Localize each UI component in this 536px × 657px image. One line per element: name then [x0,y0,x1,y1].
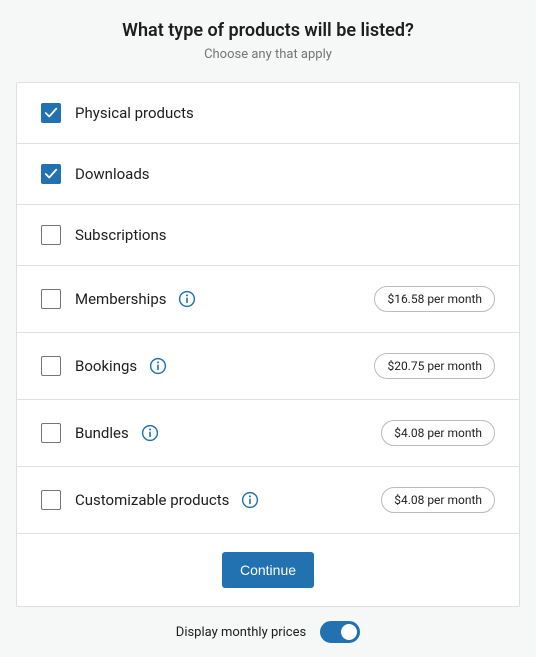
price-badge: $4.08 per month [381,420,495,446]
option-customizable-products[interactable]: Customizable products $4.08 per month [17,467,519,534]
option-bundles[interactable]: Bundles $4.08 per month [17,400,519,467]
display-prices-toggle[interactable] [320,621,360,643]
checkbox[interactable] [41,289,61,309]
option-label: Bundles [75,424,129,442]
price-badge: $16.58 per month [374,286,495,312]
checkbox[interactable] [41,490,61,510]
price-badge: $20.75 per month [374,353,495,379]
page-title: What type of products will be listed? [16,20,520,41]
checkbox[interactable] [41,356,61,376]
toggle-knob [341,624,357,640]
option-label: Customizable products [75,491,229,509]
product-types-card: Physical products Downloads Subscription… [16,82,520,607]
info-icon[interactable] [178,290,196,308]
checkbox[interactable] [41,423,61,443]
display-prices-label: Display monthly prices [176,625,306,640]
option-downloads[interactable]: Downloads [17,144,519,205]
option-label: Subscriptions [75,226,166,244]
check-icon [44,167,58,181]
check-icon [44,106,58,120]
option-label: Physical products [75,104,194,122]
checkbox[interactable] [41,164,61,184]
info-icon[interactable] [149,357,167,375]
option-memberships[interactable]: Memberships $16.58 per month [17,266,519,333]
continue-button[interactable]: Continue [222,552,314,588]
info-icon[interactable] [241,491,259,509]
option-label: Bookings [75,357,137,375]
option-label: Memberships [75,290,166,308]
option-physical-products[interactable]: Physical products [17,83,519,144]
info-icon[interactable] [141,424,159,442]
checkbox[interactable] [41,225,61,245]
option-bookings[interactable]: Bookings $20.75 per month [17,333,519,400]
checkbox[interactable] [41,103,61,123]
option-subscriptions[interactable]: Subscriptions [17,205,519,266]
price-badge: $4.08 per month [381,487,495,513]
option-label: Downloads [75,165,150,183]
page-subtitle: Choose any that apply [16,47,520,62]
